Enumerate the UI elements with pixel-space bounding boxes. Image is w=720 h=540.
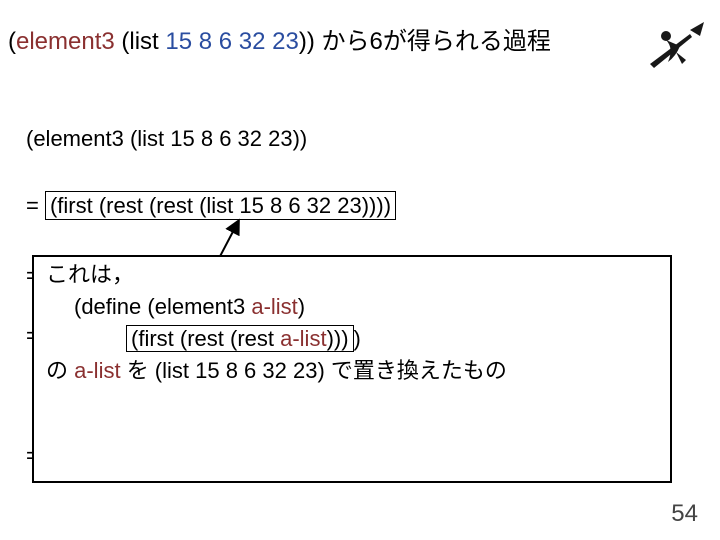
- ov-r4: の a-list を (list 15 8 6 32 23) で置き換えたもの: [46, 358, 507, 383]
- title-mid1: (list: [115, 28, 166, 55]
- slide-title: (element3 (list 15 8 6 32 23)) から6が得られる過…: [8, 28, 551, 57]
- title-nums: 15 8 6 32 23: [165, 28, 298, 55]
- step-1: (element3 (list 15 8 6 32 23)): [26, 128, 307, 150]
- ov-r2: (define (element3 a-list): [46, 291, 658, 323]
- ov-r3-a: (first (rest (rest: [131, 326, 280, 351]
- step-2: = (first (rest (rest (list 15 8 6 32 23)…: [26, 195, 396, 217]
- slide: (element3 (list 15 8 6 32 23)) から6が得られる過…: [0, 0, 720, 540]
- ov-r2-alist: a-list: [251, 294, 297, 319]
- ov-r1: これは，: [46, 262, 134, 287]
- ov-r2-c: ): [298, 294, 305, 319]
- title-mid2: )): [299, 28, 322, 55]
- ov-r3-alist: a-list: [280, 326, 326, 351]
- ov-r4-a: の: [46, 358, 74, 383]
- ov-r3-d: ): [354, 326, 361, 351]
- title-func: element3: [16, 28, 115, 55]
- step-2-eq: =: [26, 193, 45, 218]
- ov-r3-boxed: (first (rest (rest a-list))): [126, 325, 354, 352]
- witch-logo-icon: [646, 20, 706, 76]
- title-rest: から6が得られる過程: [322, 28, 551, 55]
- step-2-boxed-expr: (first (rest (rest (list 15 8 6 32 23)))…: [45, 191, 396, 220]
- ov-r4-c: を (list 15 8 6 32 23) で置き換えたもの: [121, 358, 507, 383]
- ov-r4-alist: a-list: [74, 358, 120, 383]
- ov-r3-c: ))): [327, 326, 349, 351]
- title-paren-open: (: [8, 28, 16, 55]
- explanation-box: これは， (define (element3 a-list) (first (r…: [32, 255, 672, 483]
- ov-r3: (first (rest (rest a-list)))): [46, 323, 658, 355]
- page-number: 54: [671, 500, 698, 528]
- ov-r2-a: (define (element3: [74, 294, 251, 319]
